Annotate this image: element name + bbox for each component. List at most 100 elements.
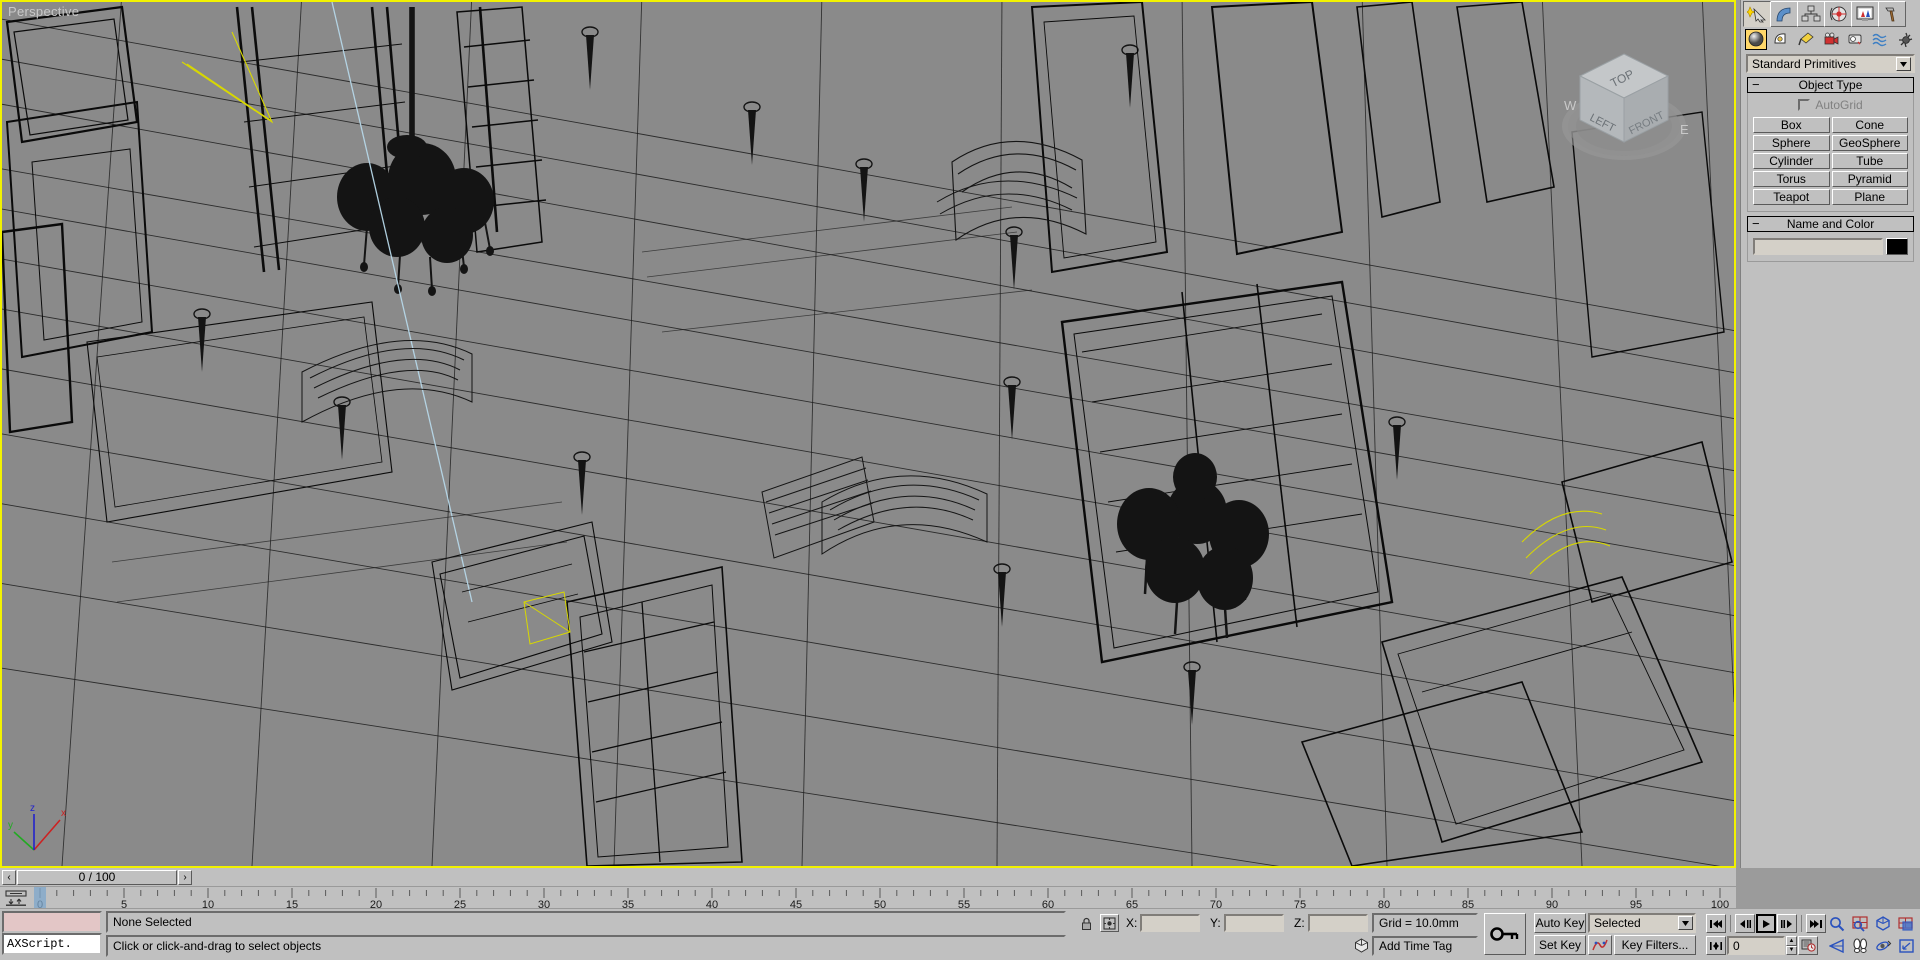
maxscript-output-line[interactable]: AXScript.: [2, 933, 102, 955]
perspective-viewport[interactable]: Perspective W E TOP LEFT FRONT x y z: [0, 0, 1736, 868]
current-frame-marker[interactable]: [34, 887, 46, 909]
previous-key-button[interactable]: ‹: [2, 869, 16, 885]
gear-systems-icon: [1899, 32, 1913, 47]
track-bar[interactable]: 0510152025303540455055606570758085909510…: [0, 886, 1736, 909]
current-frame-input[interactable]: 0: [1727, 936, 1785, 955]
lights-category-button[interactable]: [1795, 29, 1817, 50]
axis-y-label: y: [8, 820, 13, 831]
maximize-viewport-button[interactable]: [1895, 936, 1917, 956]
light-icon: [1797, 32, 1814, 46]
cameras-category-button[interactable]: [1820, 29, 1842, 50]
motion-tab[interactable]: [1824, 1, 1852, 27]
key-mode-toggle-button[interactable]: [1706, 936, 1726, 955]
maxscript-mini-listener[interactable]: AXScript.: [2, 911, 102, 959]
viewcube-compass-w: W: [1564, 98, 1577, 113]
autogrid-row[interactable]: AutoGrid: [1753, 98, 1908, 112]
y-label: Y:: [1210, 916, 1221, 930]
modify-tab[interactable]: [1770, 1, 1798, 27]
name-and-color-title: Name and Color: [1786, 217, 1875, 231]
chevron-down-icon[interactable]: [1896, 57, 1911, 71]
tube-button[interactable]: Tube: [1831, 153, 1908, 169]
wireframe-scene: [2, 2, 1734, 866]
object-name-input[interactable]: [1753, 238, 1883, 255]
pan-button[interactable]: [1849, 936, 1871, 956]
display-monitor-icon: [1856, 6, 1874, 21]
set-key-mode-toggle[interactable]: [1484, 913, 1526, 955]
next-frame-icon: [1781, 919, 1792, 928]
utilities-tab[interactable]: [1878, 1, 1906, 27]
axis-tripod: x y z: [8, 798, 72, 862]
chevron-down-icon[interactable]: [1678, 916, 1693, 930]
object-color-swatch[interactable]: [1886, 238, 1908, 255]
autogrid-label: AutoGrid: [1815, 98, 1863, 112]
absolute-relative-toggle[interactable]: [1100, 914, 1119, 932]
spinner-down[interactable]: ▼: [1786, 945, 1797, 955]
next-frame-button[interactable]: [1777, 914, 1797, 933]
hierarchy-tab[interactable]: [1797, 1, 1825, 27]
object-type-title: Object Type: [1798, 78, 1863, 92]
frame-ruler[interactable]: 0510152025303540455055606570758085909510…: [34, 887, 1736, 909]
geosphere-button[interactable]: GeoSphere: [1831, 135, 1908, 151]
next-key-button[interactable]: ›: [178, 869, 192, 885]
selection-lock-toggle[interactable]: [1078, 915, 1094, 932]
sphere-button[interactable]: Sphere: [1753, 135, 1830, 151]
auto-key-button[interactable]: Auto Key: [1534, 913, 1586, 933]
curve-icon: [1592, 939, 1608, 951]
time-tag-icon-button[interactable]: [1352, 936, 1370, 954]
zoom-extents-icon: [1875, 916, 1890, 931]
systems-category-button[interactable]: [1894, 29, 1916, 50]
time-slider-handle[interactable]: 0 / 100: [17, 869, 177, 885]
geometry-category-button[interactable]: [1745, 28, 1767, 50]
object-type-buttons: Box Cone Sphere GeoSphere Cylinder Tube …: [1753, 117, 1908, 205]
zoom-extents-button[interactable]: [1872, 914, 1894, 934]
axis-z-label: z: [30, 803, 35, 814]
goto-end-button[interactable]: [1806, 914, 1826, 933]
command-panel-tabs: [1741, 0, 1920, 27]
name-and-color-rollout-header[interactable]: − Name and Color: [1747, 216, 1914, 232]
zoom-all-button[interactable]: [1849, 914, 1871, 934]
collapse-icon: −: [1752, 77, 1760, 92]
cone-button[interactable]: Cone: [1831, 117, 1908, 133]
torus-button[interactable]: Torus: [1753, 171, 1830, 187]
zoom-button[interactable]: [1826, 914, 1848, 934]
category-dropdown[interactable]: Standard Primitives: [1746, 54, 1915, 73]
y-coordinate-input[interactable]: [1223, 914, 1284, 932]
viewcube[interactable]: W E TOP LEFT FRONT: [1544, 30, 1704, 180]
autogrid-checkbox[interactable]: [1798, 99, 1811, 111]
viewport-area: Perspective W E TOP LEFT FRONT x y z: [0, 0, 1736, 868]
maxscript-input-line[interactable]: [2, 911, 102, 933]
display-tab[interactable]: [1851, 1, 1879, 27]
play-icon: [1763, 919, 1770, 928]
sphere-icon: [1748, 31, 1764, 47]
previous-frame-button[interactable]: [1735, 914, 1755, 933]
selection-set-dropdown[interactable]: Selected: [1588, 913, 1696, 933]
frame-spinner[interactable]: ▲ ▼: [1786, 936, 1797, 955]
box-button[interactable]: Box: [1753, 117, 1830, 133]
spinner-up[interactable]: ▲: [1786, 936, 1797, 946]
plane-button[interactable]: Plane: [1831, 189, 1908, 205]
default-in-out-tangent-button[interactable]: [1588, 935, 1612, 955]
space-warps-category-button[interactable]: [1869, 29, 1891, 50]
field-of-view-button[interactable]: [1826, 936, 1848, 956]
play-animation-button[interactable]: [1756, 914, 1776, 933]
x-coordinate-group: X:: [1126, 914, 1201, 932]
pyramid-button[interactable]: Pyramid: [1831, 171, 1908, 187]
time-slider-track[interactable]: [192, 870, 1734, 885]
z-coordinate-input[interactable]: [1307, 914, 1368, 932]
teapot-button[interactable]: Teapot: [1753, 189, 1830, 205]
zoom-region-button[interactable]: [1895, 914, 1917, 934]
open-mini-curve-editor-button[interactable]: [2, 889, 30, 907]
cylinder-button[interactable]: Cylinder: [1753, 153, 1830, 169]
set-key-button[interactable]: Set Key: [1534, 935, 1586, 955]
add-time-tag-button[interactable]: Add Time Tag: [1372, 936, 1478, 956]
shapes-category-button[interactable]: [1770, 29, 1792, 50]
create-tab[interactable]: [1743, 1, 1771, 27]
goto-start-button[interactable]: [1706, 914, 1726, 933]
key-filters-button[interactable]: Key Filters...: [1614, 935, 1696, 955]
object-type-rollout-header[interactable]: − Object Type: [1747, 77, 1914, 93]
x-coordinate-input[interactable]: [1140, 914, 1201, 932]
time-configuration-button[interactable]: [1798, 936, 1818, 955]
command-panel: Standard Primitives − Object Type AutoGr…: [1740, 0, 1920, 868]
orbit-button[interactable]: [1872, 936, 1894, 956]
helpers-category-button[interactable]: [1844, 29, 1866, 50]
